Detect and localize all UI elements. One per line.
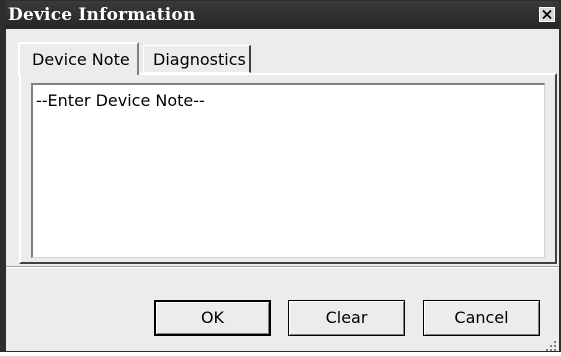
device-information-dialog: Device Information Device Note Diagnosti… xyxy=(0,0,561,352)
tab-label: Diagnostics xyxy=(153,50,246,69)
title-bar[interactable]: Device Information xyxy=(6,1,559,29)
close-button[interactable] xyxy=(539,7,555,22)
separator xyxy=(6,266,559,268)
close-icon xyxy=(540,8,554,21)
resize-grip-icon[interactable] xyxy=(545,337,557,351)
tab-diagnostics[interactable]: Diagnostics xyxy=(143,45,251,73)
tab-device-note[interactable]: Device Note xyxy=(18,42,139,75)
cancel-button[interactable]: Cancel xyxy=(423,300,540,336)
tab-label: Device Note xyxy=(32,50,130,69)
tab-strip: Device Note Diagnostics xyxy=(6,29,559,75)
window-title: Device Information xyxy=(8,5,196,25)
ok-button[interactable]: OK xyxy=(154,300,271,336)
device-note-field[interactable]: --Enter Device Note-- xyxy=(31,83,545,258)
clear-button[interactable]: Clear xyxy=(288,300,405,336)
tab-panel-device-note: --Enter Device Note-- xyxy=(19,73,557,264)
